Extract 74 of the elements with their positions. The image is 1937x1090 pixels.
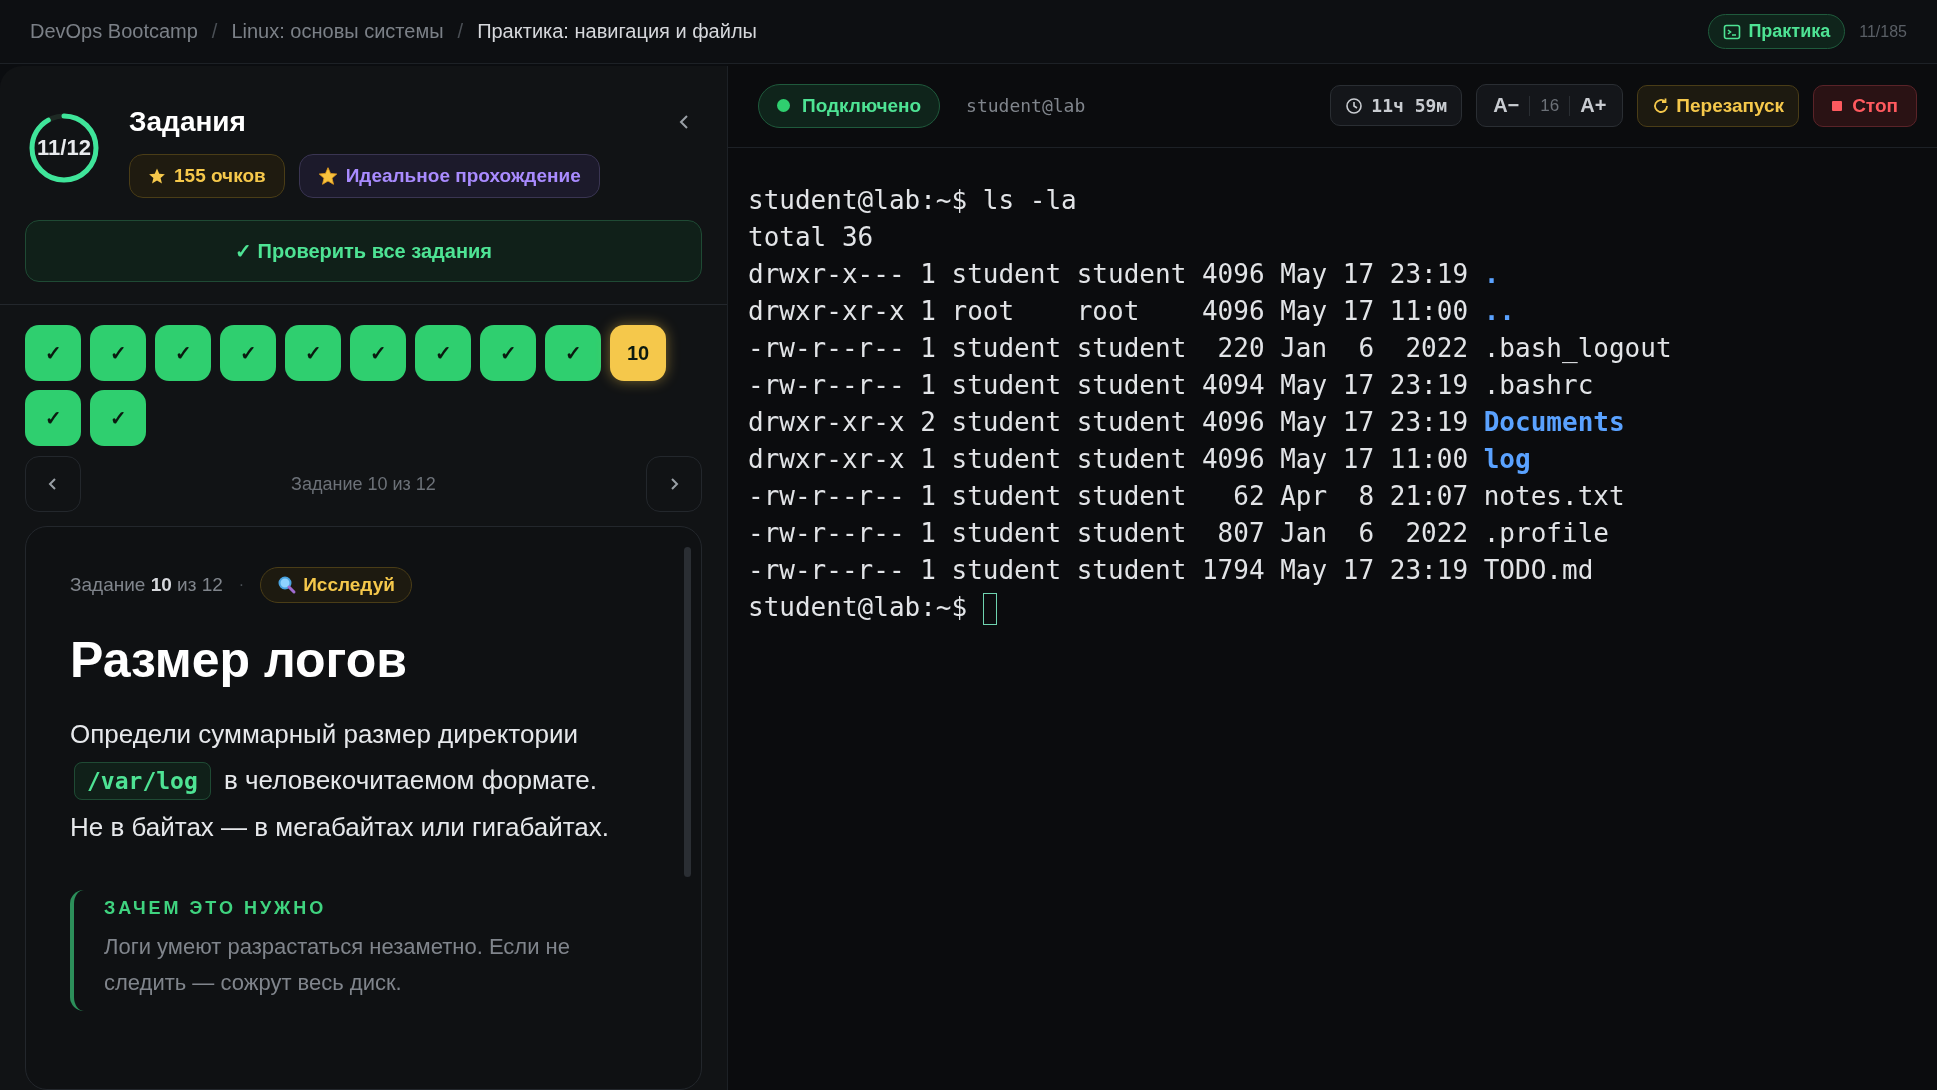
file-attributes: -rw-r--r-- 1 student student 1794 May 17 23:19	[748, 555, 1469, 585]
refresh-icon	[1652, 96, 1671, 115]
breadcrumb-separator: /	[211, 20, 218, 43]
terminal-icon	[1723, 22, 1742, 41]
task-tile[interactable]: ✓	[285, 325, 341, 381]
file-attributes: -rw-r--r-- 1 student student 220 Jan 6 2022	[748, 333, 1469, 363]
practice-badge[interactable]: Практика	[1708, 14, 1846, 49]
terminal-command: ls -la	[982, 185, 1077, 215]
achievement-badge: Идеальное прохождение	[298, 154, 600, 198]
file-name: .	[1483, 259, 1500, 289]
file-attributes: -rw-r--r-- 1 student student 4094 May 17 23:19	[748, 370, 1469, 400]
task-tile[interactable]: ✓	[415, 325, 471, 381]
file-name: ..	[1483, 296, 1516, 326]
chevron-right-icon	[669, 476, 679, 492]
file-name: Documents	[1483, 407, 1625, 437]
stop-button[interactable]: Стоп	[1813, 84, 1917, 127]
file-attributes: drwxr-xr-x 1 student student 4096 May 17 11:00	[748, 444, 1469, 474]
task-tile[interactable]: ✓	[90, 390, 146, 446]
separator-dot: ·	[238, 576, 245, 594]
terminal-prompt: student@lab:~$	[748, 592, 968, 622]
file-name: log	[1483, 444, 1531, 474]
file-name: .bash_logout	[1483, 333, 1672, 363]
check-all-button[interactable]: ✓ Проверить все задания	[25, 220, 702, 282]
star-icon	[148, 167, 166, 185]
session-timer: 11ч 59м	[1330, 85, 1463, 126]
task-tile[interactable]: ✓	[480, 325, 536, 381]
page-counter: 11/185	[1859, 22, 1907, 41]
task-tag: Исследуй	[260, 567, 412, 603]
task-description: Определи суммарный размер директории /var/log в человекочитаемом формате. Не в байтах — в мегабайтах или гигабайтах.	[70, 718, 611, 844]
terminal-prompt: student@lab:~$	[748, 185, 968, 215]
magnifier-icon	[277, 575, 298, 595]
task-tile[interactable]: 10	[610, 325, 666, 381]
file-attributes: -rw-r--r-- 1 student student 62 Apr 8 21:07	[748, 481, 1469, 511]
breadcrumb[interactable]: Linux: основы системы	[231, 20, 444, 43]
chevron-left-icon	[678, 113, 690, 131]
task-tile[interactable]: ✓	[155, 325, 211, 381]
panel-title: Задания	[129, 106, 246, 138]
font-increase-button[interactable]: A+	[1570, 88, 1617, 123]
stop-icon	[1832, 100, 1843, 111]
clock-icon	[1345, 96, 1364, 115]
connection-status: Подключено	[758, 83, 941, 128]
task-tile[interactable]: ✓	[25, 390, 81, 446]
callout-heading: ЗАЧЕМ ЭТО НУЖНО	[104, 898, 328, 919]
restart-button[interactable]: Перезапуск	[1637, 84, 1800, 127]
previous-button[interactable]	[25, 456, 81, 512]
task-tile[interactable]: ✓	[90, 325, 146, 381]
star-icon	[317, 166, 338, 186]
file-attributes: drwxr-x--- 1 student student 4096 May 17 23:19	[748, 259, 1469, 289]
task-position: Задание 10 из 12	[291, 473, 436, 495]
task-tile[interactable]: ✓	[350, 325, 406, 381]
file-name: .profile	[1483, 518, 1609, 548]
font-decrease-button[interactable]: A−	[1483, 88, 1530, 123]
terminal-output: total 36	[748, 222, 874, 252]
breadcrumb-separator: /	[457, 20, 464, 43]
file-attributes: drwxr-xr-x 1 root root 4096 May 17 11:00	[748, 296, 1469, 326]
task-tile[interactable]: ✓	[220, 325, 276, 381]
breadcrumb: Практика: навигация и файлы	[477, 20, 757, 43]
scrollbar[interactable]	[684, 547, 691, 877]
task-number: Задание 10 из 12	[70, 574, 223, 596]
file-name: TODO.md	[1483, 555, 1594, 585]
callout-text: Логи умеют разрастаться незаметно. Если не следить — сожрут весь диск.	[104, 933, 571, 997]
file-attributes: -rw-r--r-- 1 student student 807 Jan 6 2022	[748, 518, 1469, 548]
task-tile[interactable]: ✓	[545, 325, 601, 381]
task-title: Размер логов	[70, 631, 409, 689]
points-badge: 155 очков	[129, 154, 285, 198]
breadcrumb[interactable]: DevOps Bootcamp	[30, 20, 198, 43]
font-size-value: 16	[1529, 95, 1571, 116]
file-name: .bashrc	[1483, 370, 1594, 400]
chevron-left-icon	[48, 476, 58, 492]
host-label: student@lab	[966, 95, 1086, 116]
next-button[interactable]	[646, 456, 702, 512]
task-tile[interactable]: ✓	[25, 325, 81, 381]
file-name: notes.txt	[1483, 481, 1625, 511]
file-attributes: drwxr-xr-x 2 student student 4096 May 17 23:19	[748, 407, 1469, 437]
